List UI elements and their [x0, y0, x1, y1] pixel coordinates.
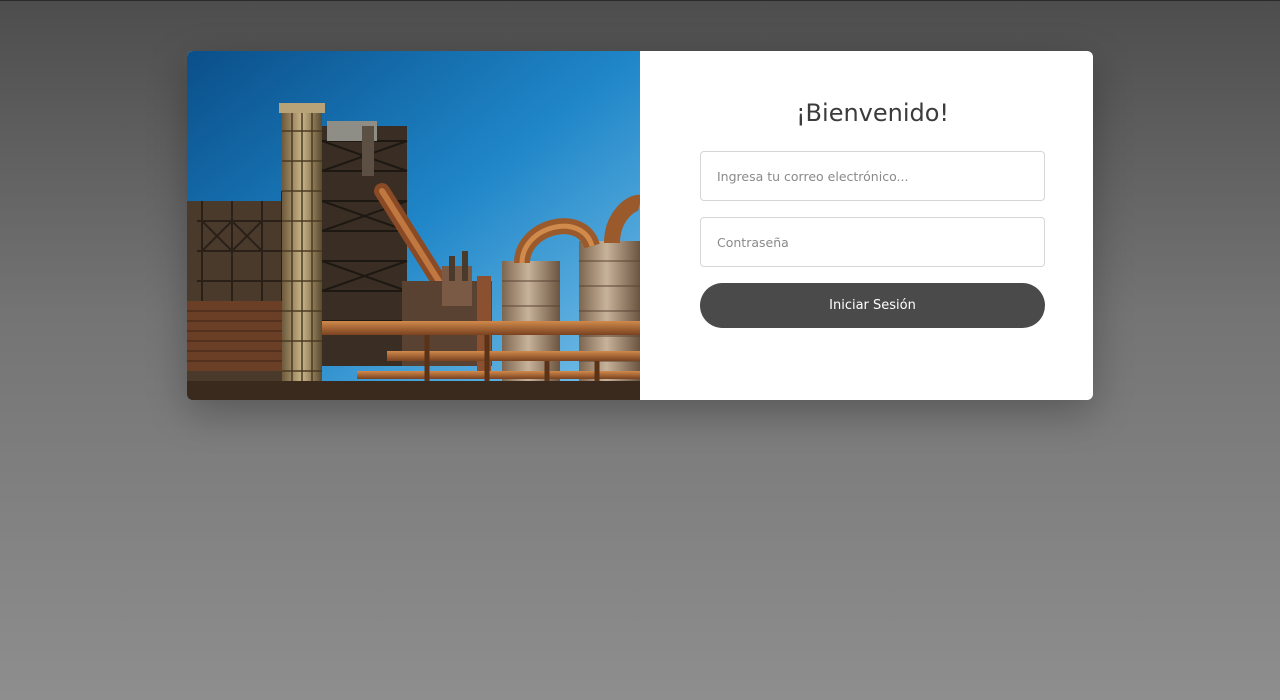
login-form: ¡Bienvenido! Iniciar Sesión — [640, 51, 1093, 400]
login-button[interactable]: Iniciar Sesión — [700, 283, 1045, 328]
email-input[interactable] — [700, 151, 1045, 201]
welcome-title: ¡Bienvenido! — [795, 99, 950, 127]
login-card: ¡Bienvenido! Iniciar Sesión — [187, 51, 1093, 400]
password-input[interactable] — [700, 217, 1045, 267]
industrial-plant-image — [187, 51, 640, 400]
